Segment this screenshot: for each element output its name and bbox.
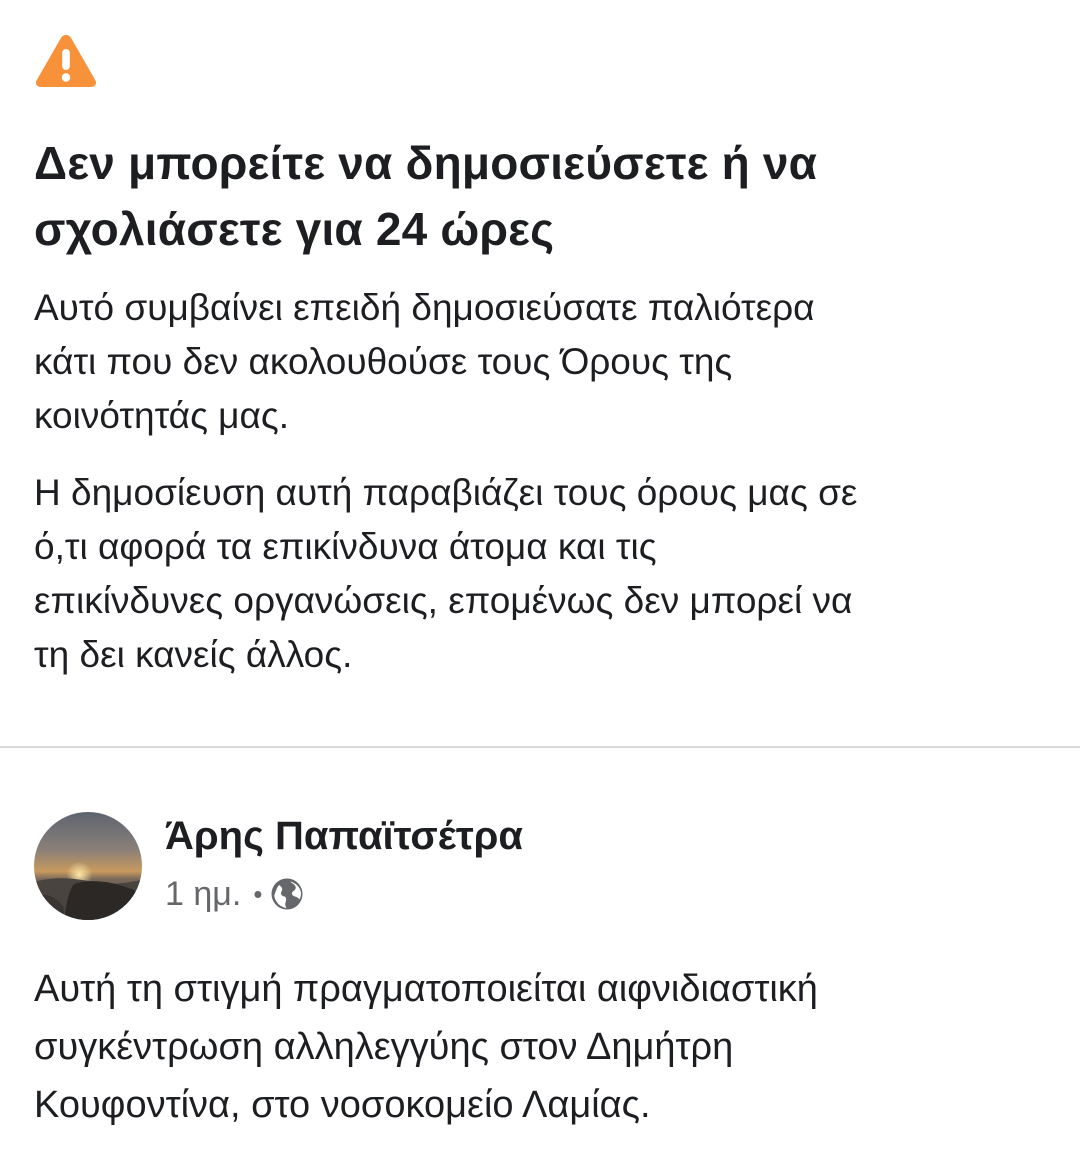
notice-title-line: σχολιάσετε για 24 ώρες [34, 203, 555, 255]
post-body: Αυτή τη στιγμή πραγματοποιείται αιφνιδια… [34, 960, 1054, 1134]
avatar[interactable] [34, 812, 142, 920]
post-timestamp[interactable]: 1 ημ. [165, 875, 241, 914]
notice-title-line: Δεν μπορείτε να δημοσιεύσετε ή να [34, 137, 818, 189]
post-text-line: Κουφοντίνα, στο νοσοκομείο Λαμίας. [34, 1084, 651, 1126]
notice-text-line: Αυτό συμβαίνει επειδή δημοσιεύσατε παλιό… [34, 287, 815, 328]
globe-icon[interactable] [270, 877, 304, 911]
notice-text-line: τη δει κανείς άλλος. [34, 634, 353, 675]
notice-explanation: Αυτό συμβαίνει επειδή δημοσιεύσατε παλιό… [34, 281, 1054, 443]
notice-text-line: κάτι που δεν ακολουθούσε τους Όρους της [34, 341, 733, 382]
post-author-name[interactable]: Άρης Παπαϊτσέτρα [165, 810, 523, 862]
warning-triangle-icon [35, 35, 97, 87]
notice-title: Δεν μπορείτε να δημοσιεύσετε ή να σχολιά… [34, 130, 1044, 262]
notice-violation-detail: Η δημοσίευση αυτή παραβιάζει τους όρους … [34, 466, 1054, 682]
post-text-line: συγκέντρωση αλληλεγγύης στον Δημήτρη [34, 1026, 734, 1068]
divider [0, 746, 1080, 748]
notice-text-line: Η δημοσίευση αυτή παραβιάζει τους όρους … [34, 472, 858, 513]
meta-separator: • [253, 878, 263, 909]
post-meta: 1 ημ. • [165, 870, 304, 918]
notice-text-line: κοινότητάς μας. [34, 395, 290, 436]
notice-text-line: επικίνδυνες οργανώσεις, επομένως δεν μπο… [34, 580, 853, 621]
post-text-line: Αυτή τη στιγμή πραγματοποιείται αιφνιδια… [34, 968, 818, 1010]
notice-text-line: ό,τι αφορά τα επικίνδυνα άτομα και τις [34, 526, 657, 567]
avatar-sunset-image [34, 812, 142, 920]
